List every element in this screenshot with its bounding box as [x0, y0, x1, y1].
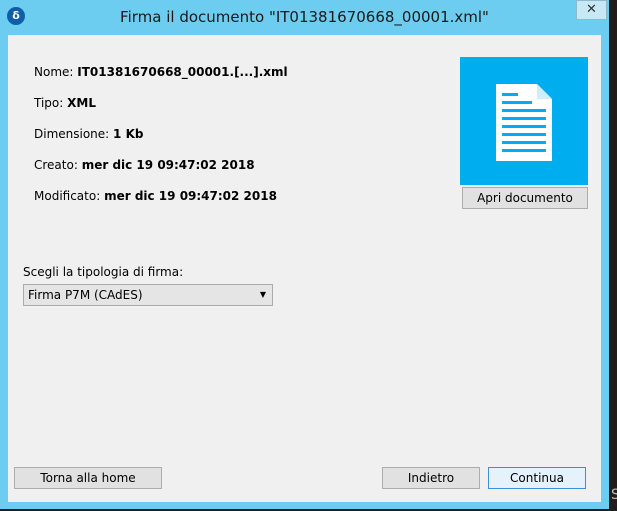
window-title: Firma il documento "IT01381670668_00001.…: [120, 8, 489, 26]
dialog-window: δ Firma il documento "IT01381670668_0000…: [0, 0, 609, 509]
file-size-label: Dimensione:: [34, 127, 110, 141]
file-type-value: XML: [67, 96, 96, 110]
file-name-value: IT01381670668_00001.[...].xml: [77, 65, 288, 79]
open-document-button[interactable]: Apri documento: [462, 187, 588, 209]
chevron-down-icon: ▼: [259, 290, 266, 299]
close-icon: ✕: [586, 2, 597, 17]
file-name-row: Nome: IT01381670668_00001.[...].xml: [34, 65, 288, 79]
document-thumbnail: [460, 57, 588, 185]
close-button[interactable]: ✕: [576, 0, 607, 20]
file-size-row: Dimensione: 1 Kb: [34, 127, 143, 141]
title-bar[interactable]: δ Firma il documento "IT01381670668_0000…: [0, 0, 609, 34]
signature-type-value: Firma P7M (CAdES): [28, 288, 143, 302]
created-label: Creato:: [34, 158, 78, 172]
signature-type-label: Scegli la tipologia di firma:: [23, 265, 184, 279]
home-button[interactable]: Torna alla home: [14, 467, 162, 489]
created-row: Creato: mer dic 19 09:47:02 2018: [34, 158, 255, 172]
modified-label: Modificato:: [34, 189, 101, 203]
created-value: mer dic 19 09:47:02 2018: [81, 158, 255, 172]
document-icon: [496, 84, 552, 161]
dialog-body: Nome: IT01381670668_00001.[...].xml Tipo…: [8, 35, 601, 502]
file-name-label: Nome:: [34, 65, 74, 79]
file-type-label: Tipo:: [34, 96, 64, 110]
signature-type-select[interactable]: Firma P7M (CAdES) ▼: [23, 284, 273, 306]
back-button[interactable]: Indietro: [382, 467, 480, 489]
file-size-value: 1 Kb: [113, 127, 144, 141]
continue-button[interactable]: Continua: [488, 467, 586, 489]
modified-row: Modificato: mer dic 19 09:47:02 2018: [34, 189, 277, 203]
background-partial-text: S: [611, 487, 617, 503]
file-type-row: Tipo: XML: [34, 96, 96, 110]
modified-value: mer dic 19 09:47:02 2018: [104, 189, 277, 203]
